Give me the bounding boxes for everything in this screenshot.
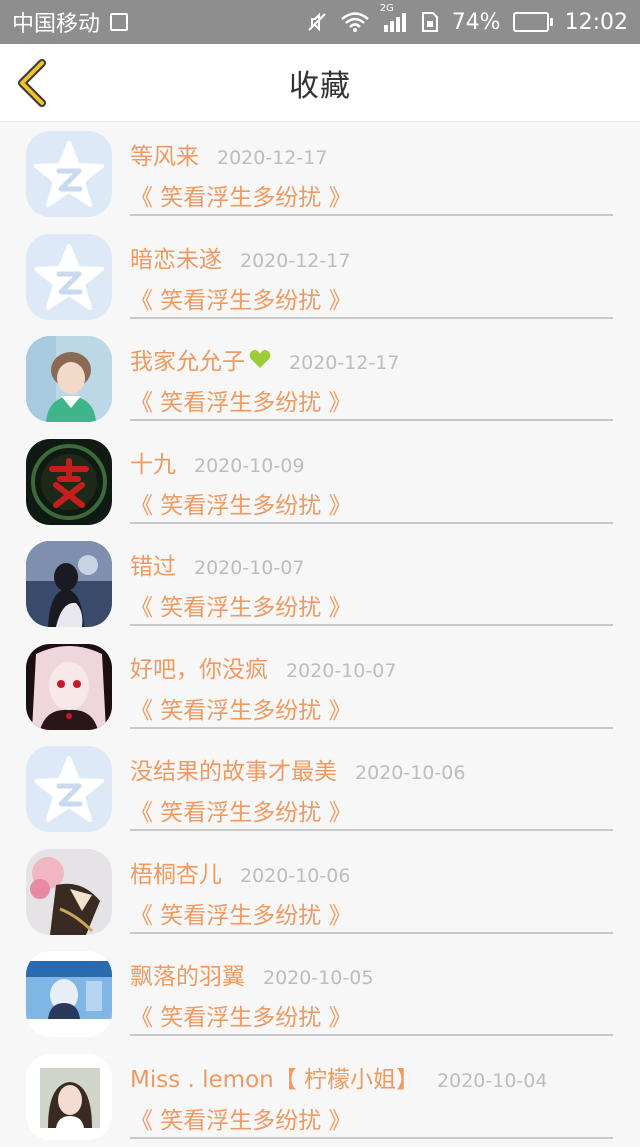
user-name[interactable]: 暗恋未遂: [130, 240, 222, 274]
mute-icon: [306, 11, 328, 33]
item-date: 2020-10-06: [240, 865, 350, 887]
image-icon: [110, 13, 128, 31]
work-title[interactable]: 《 笑看浮生多纷扰 》: [130, 998, 352, 1032]
work-title[interactable]: 《 笑看浮生多纷扰 》: [130, 281, 352, 315]
wifi-icon: [340, 11, 370, 33]
item-date: 2020-10-05: [263, 967, 373, 989]
user-name[interactable]: Miss . lemon【 柠檬小姐】: [130, 1060, 419, 1094]
network-type-label: 2G: [380, 3, 394, 14]
item-text: 十九 2020-10-09 《 笑看浮生多纷扰 》: [130, 430, 613, 524]
item-date: 2020-10-07: [286, 660, 396, 682]
chevron-left-icon: [14, 58, 54, 108]
avatar[interactable]: [26, 644, 112, 730]
user-name[interactable]: 没结果的故事才最美: [130, 752, 337, 786]
item-text: 等风来 2020-12-17 《 笑看浮生多纷扰 》: [130, 122, 613, 216]
list-item[interactable]: 暗恋未遂 2020-12-17 《 笑看浮生多纷扰 》: [0, 225, 640, 328]
work-title[interactable]: 《 笑看浮生多纷扰 》: [130, 178, 352, 212]
item-date: 2020-10-09: [194, 455, 304, 477]
clock: 12:02: [565, 10, 628, 35]
signal-icon: 2G: [382, 11, 408, 33]
sim-icon: [420, 11, 440, 33]
item-date: 2020-12-17: [240, 250, 350, 272]
list-item[interactable]: 我家允允子 2020-12-17 《 笑看浮生多纷扰 》: [0, 327, 640, 430]
item-header: 飘落的羽翼 2020-10-05: [130, 957, 373, 991]
list-item[interactable]: 错过 2020-10-07 《 笑看浮生多纷扰 》: [0, 532, 640, 635]
item-header: Miss . lemon【 柠檬小姐】 2020-10-04: [130, 1060, 547, 1094]
user-name[interactable]: 错过: [130, 547, 176, 581]
item-date: 2020-10-04: [437, 1070, 547, 1092]
item-header: 我家允允子 2020-12-17: [130, 342, 399, 376]
battery-percent: 74%: [452, 10, 501, 35]
list-item[interactable]: 飘落的羽翼 2020-10-05 《 笑看浮生多纷扰 》: [0, 942, 640, 1045]
user-name[interactable]: 飘落的羽翼: [130, 957, 245, 991]
user-name[interactable]: 梧桐杏儿: [130, 855, 222, 889]
item-header: 十九 2020-10-09: [130, 445, 304, 479]
item-text: 我家允允子 2020-12-17 《 笑看浮生多纷扰 》: [130, 327, 613, 421]
item-text: 错过 2020-10-07 《 笑看浮生多纷扰 》: [130, 532, 613, 626]
default-avatar[interactable]: [26, 746, 112, 832]
work-title[interactable]: 《 笑看浮生多纷扰 》: [130, 588, 352, 622]
status-left: 中国移动: [12, 6, 128, 38]
back-button[interactable]: [14, 58, 54, 108]
work-title[interactable]: 《 笑看浮生多纷扰 》: [130, 896, 352, 930]
item-text: Miss . lemon【 柠檬小姐】 2020-10-04 《 笑看浮生多纷扰 》: [130, 1045, 613, 1139]
avatar[interactable]: [26, 336, 112, 422]
work-title[interactable]: 《 笑看浮生多纷扰 》: [130, 383, 352, 417]
work-title[interactable]: 《 笑看浮生多纷扰 》: [130, 1101, 352, 1135]
item-date: 2020-10-06: [355, 762, 465, 784]
list-item[interactable]: 梧桐杏儿 2020-10-06 《 笑看浮生多纷扰 》: [0, 840, 640, 943]
battery-icon: [513, 12, 553, 32]
page-title: 收藏: [0, 44, 640, 121]
list-item[interactable]: 十九 2020-10-09 《 笑看浮生多纷扰 》: [0, 430, 640, 533]
list-item[interactable]: 好吧，你没疯 2020-10-07 《 笑看浮生多纷扰 》: [0, 635, 640, 738]
avatar[interactable]: [26, 541, 112, 627]
user-name[interactable]: 好吧，你没疯: [130, 650, 268, 684]
carrier-label: 中国移动: [12, 6, 100, 38]
default-avatar[interactable]: [26, 234, 112, 320]
list-item[interactable]: Miss . lemon【 柠檬小姐】 2020-10-04 《 笑看浮生多纷扰 》: [0, 1045, 640, 1147]
work-title[interactable]: 《 笑看浮生多纷扰 》: [130, 486, 352, 520]
avatar[interactable]: [26, 849, 112, 935]
work-title[interactable]: 《 笑看浮生多纷扰 》: [130, 691, 352, 725]
item-header: 暗恋未遂 2020-12-17: [130, 240, 350, 274]
heart-icon: [249, 349, 271, 369]
nav-bar: 收藏: [0, 44, 640, 122]
item-text: 没结果的故事才最美 2020-10-06《 笑看浮生多纷扰 》: [130, 737, 613, 831]
favorites-list: 等风来 2020-12-17 《 笑看浮生多纷扰 》暗恋未遂 2020-12-17 《 …: [0, 122, 640, 1147]
work-title[interactable]: 《 笑看浮生多纷扰 》: [130, 793, 352, 827]
item-text: 梧桐杏儿 2020-10-06 《 笑看浮生多纷扰 》: [130, 840, 613, 934]
avatar[interactable]: [26, 951, 112, 1037]
item-header: 等风来 2020-12-17: [130, 137, 327, 171]
user-name[interactable]: 等风来: [130, 137, 199, 171]
item-text: 好吧，你没疯 2020-10-07 《 笑看浮生多纷扰 》: [130, 635, 613, 729]
status-bar: 中国移动 2G: [0, 0, 640, 44]
status-right: 2G 74% 12:02: [306, 10, 628, 35]
item-date: 2020-12-17: [217, 147, 327, 169]
user-name[interactable]: 我家允允子: [130, 342, 245, 376]
list-item[interactable]: 等风来 2020-12-17 《 笑看浮生多纷扰 》: [0, 122, 640, 225]
user-name[interactable]: 十九: [130, 445, 176, 479]
item-header: 错过 2020-10-07: [130, 547, 304, 581]
item-header: 没结果的故事才最美 2020-10-06: [130, 752, 465, 786]
item-date: 2020-12-17: [289, 352, 399, 374]
item-header: 梧桐杏儿 2020-10-06: [130, 855, 350, 889]
item-date: 2020-10-07: [194, 557, 304, 579]
avatar[interactable]: [26, 439, 112, 525]
default-avatar[interactable]: [26, 131, 112, 217]
list-item[interactable]: 没结果的故事才最美 2020-10-06《 笑看浮生多纷扰 》: [0, 737, 640, 840]
item-header: 好吧，你没疯 2020-10-07: [130, 650, 396, 684]
avatar[interactable]: [26, 1054, 112, 1140]
item-text: 暗恋未遂 2020-12-17 《 笑看浮生多纷扰 》: [130, 225, 613, 319]
item-text: 飘落的羽翼 2020-10-05 《 笑看浮生多纷扰 》: [130, 942, 613, 1036]
